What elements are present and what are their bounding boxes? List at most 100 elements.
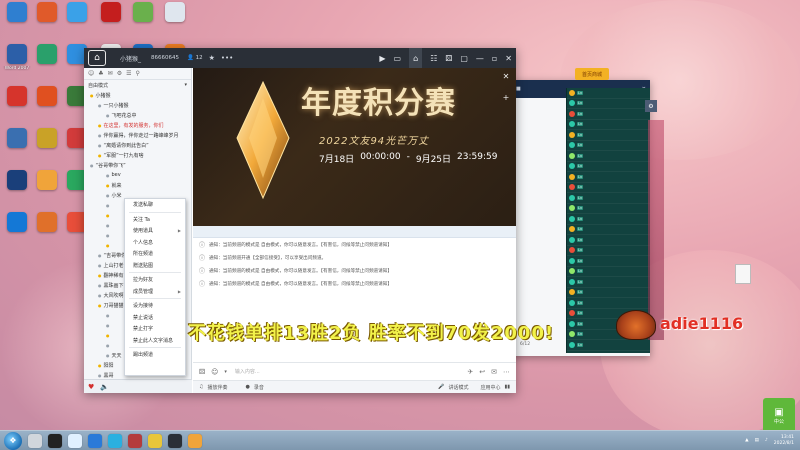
context-menu-item[interactable]: 禁止打字 [125, 323, 185, 335]
channel-mode[interactable]: 自由模式 ▾ [84, 80, 191, 90]
more-icon[interactable]: ••• [221, 54, 233, 62]
context-menu-item[interactable]: 拉为好友 [125, 274, 185, 286]
play-accompaniment-button[interactable]: 播放伴奏 [207, 384, 227, 391]
desktop-shortcut[interactable] [128, 2, 158, 36]
channel-tree-item[interactable]: ● 飞吧花总中 [84, 110, 191, 120]
message-icon[interactable]: ✉ [108, 70, 113, 77]
desktop-shortcut[interactable] [2, 2, 32, 36]
desktop-shortcut[interactable] [2, 128, 32, 162]
start-button[interactable]: ❖ [4, 431, 22, 450]
context-menu-item[interactable]: 赠送贴图 [125, 260, 185, 272]
context-menu-item[interactable]: 禁止此人文字消息 [125, 335, 185, 347]
taskbar-app[interactable] [88, 433, 102, 448]
taskbar-app[interactable] [68, 433, 82, 448]
member-list-item[interactable]: Lv [567, 340, 650, 351]
more-icon[interactable]: ⋯ [503, 368, 510, 376]
member-list-item[interactable]: Lv [567, 88, 650, 99]
member-list-item[interactable]: Lv [567, 162, 650, 172]
taskbar-app[interactable] [148, 433, 162, 448]
network-icon[interactable]: ▤ [755, 438, 759, 443]
channel-tree-item[interactable]: ● 在这里，有发的服务，你们 [84, 120, 191, 130]
taskbar-app[interactable] [128, 433, 142, 448]
gamepad-icon[interactable]: ⚄ [445, 54, 452, 63]
speaker-icon[interactable]: 🔈 [100, 383, 109, 391]
taskbar-app[interactable] [48, 433, 62, 448]
app-center-button[interactable]: 应用中心 [480, 384, 500, 391]
desktop-shortcut[interactable] [2, 86, 32, 120]
music-icon[interactable]: ♫ [199, 384, 203, 390]
desktop-shortcut[interactable] [160, 2, 190, 36]
video-icon[interactable]: ▶ [379, 54, 385, 63]
taskbar-app[interactable] [108, 433, 122, 448]
member-list-item[interactable]: Lv [567, 204, 650, 214]
member-list-item[interactable]: Lv [567, 256, 650, 267]
member-list-item[interactable]: Lv [567, 214, 650, 225]
heart-icon[interactable]: ♥ [88, 383, 94, 391]
member-list-item[interactable]: Lv [567, 277, 650, 288]
context-menu-item[interactable]: 踢出频道 [125, 349, 185, 361]
channel-tree-item[interactable]: ● “谷哥带你飞” [84, 160, 191, 170]
send-icon[interactable]: ✈ [467, 368, 473, 376]
volume-icon[interactable]: ♪ [765, 438, 768, 443]
channel-tree-item[interactable]: ● 就来 [84, 180, 191, 190]
desktop-shortcut[interactable] [32, 44, 62, 78]
member-list-item[interactable]: Lv [567, 141, 650, 151]
group-icon[interactable]: ♣ [98, 70, 103, 77]
reply-icon[interactable]: ↩ [479, 368, 485, 376]
channel-tree-item[interactable]: ● 一只小猪猴 [84, 100, 191, 110]
mic-icon[interactable]: 🎤 [438, 384, 444, 390]
close-icon[interactable]: ✕ [505, 54, 512, 63]
settings-icon[interactable]: ⚙ [117, 70, 122, 77]
record-button[interactable]: 录音 [254, 384, 264, 391]
minimize-icon[interactable]: — [476, 54, 484, 63]
member-list-item[interactable]: Lv [567, 109, 650, 120]
banner-add-icon[interactable]: + [503, 93, 510, 102]
taskbar-app[interactable] [168, 433, 182, 448]
member-list-item[interactable]: Lv [567, 193, 650, 204]
tray-icon[interactable]: ▲ [745, 438, 748, 443]
context-menu-item[interactable]: 所在频道 [125, 248, 185, 260]
member-list-item[interactable]: Lv [567, 225, 650, 235]
chevron-down-icon[interactable]: ▾ [224, 369, 227, 375]
gear-icon[interactable]: ⚙ [645, 100, 657, 112]
chat-icon[interactable]: ▭ [394, 54, 402, 63]
taskbar-app[interactable] [188, 433, 202, 448]
member-list-item[interactable]: Lv [567, 183, 650, 193]
desktop-shortcut[interactable] [32, 86, 62, 120]
star-icon[interactable]: ★ [209, 54, 215, 62]
context-menu-item[interactable]: 设为接待 [125, 300, 185, 312]
speak-mode-button[interactable]: 讲话模式 [448, 384, 468, 391]
search-icon[interactable]: ⚲ [135, 70, 139, 77]
taskbar-app[interactable] [28, 433, 42, 448]
member-list-item[interactable]: Lv [567, 120, 650, 130]
chat-input[interactable]: 输入内容... [235, 368, 461, 375]
user-icon[interactable]: ☺ [88, 70, 94, 77]
clock[interactable]: 13:41 2022/8/1 [774, 435, 794, 447]
file-icon[interactable] [735, 264, 751, 284]
member-list-item[interactable]: Lv [567, 288, 650, 298]
banner-close-icon[interactable]: ✕ [503, 72, 510, 81]
emoji-icon[interactable]: ☺ [211, 368, 218, 376]
desktop-shortcut[interactable] [32, 128, 62, 162]
member-list-item[interactable]: Lv [567, 172, 650, 183]
screen-icon[interactable]: ▢ [460, 54, 468, 63]
context-menu-item[interactable]: 关注 Ta [125, 214, 185, 226]
channel-tree-item[interactable]: ● bev [84, 170, 191, 180]
list-icon[interactable]: ☰ [126, 70, 131, 77]
maximize-icon[interactable]: ▫ [492, 54, 497, 63]
desktop-shortcut[interactable]: Word 2007 [2, 44, 32, 78]
desktop-shortcut[interactable] [32, 212, 62, 246]
desktop-shortcut[interactable] [2, 170, 32, 204]
channel-tree-item[interactable]: ● 伴你赢得，伴你走过一路峰峰岁月 [84, 130, 191, 140]
mailbox-icon[interactable]: ☷ [430, 54, 437, 63]
desktop-shortcut[interactable] [32, 2, 62, 36]
chat-bubble-icon[interactable]: ✉ [491, 368, 497, 376]
gamepad-icon[interactable]: ⚄ [199, 368, 205, 376]
member-list-item[interactable]: Lv [567, 130, 650, 141]
channel-tree-item[interactable]: ● “离婚请你到此告白” [84, 140, 191, 150]
context-menu-item[interactable]: 成员管理 ▶ [125, 286, 185, 298]
context-menu-item[interactable]: 个人信息 [125, 237, 185, 249]
desktop-shortcut[interactable] [62, 2, 92, 36]
context-menu-item[interactable]: 禁止说话 [125, 312, 185, 324]
event-banner[interactable]: 年度积分赛 2022文友94光芒万丈 7月18日 00:00:00 - 9月25… [193, 68, 516, 226]
